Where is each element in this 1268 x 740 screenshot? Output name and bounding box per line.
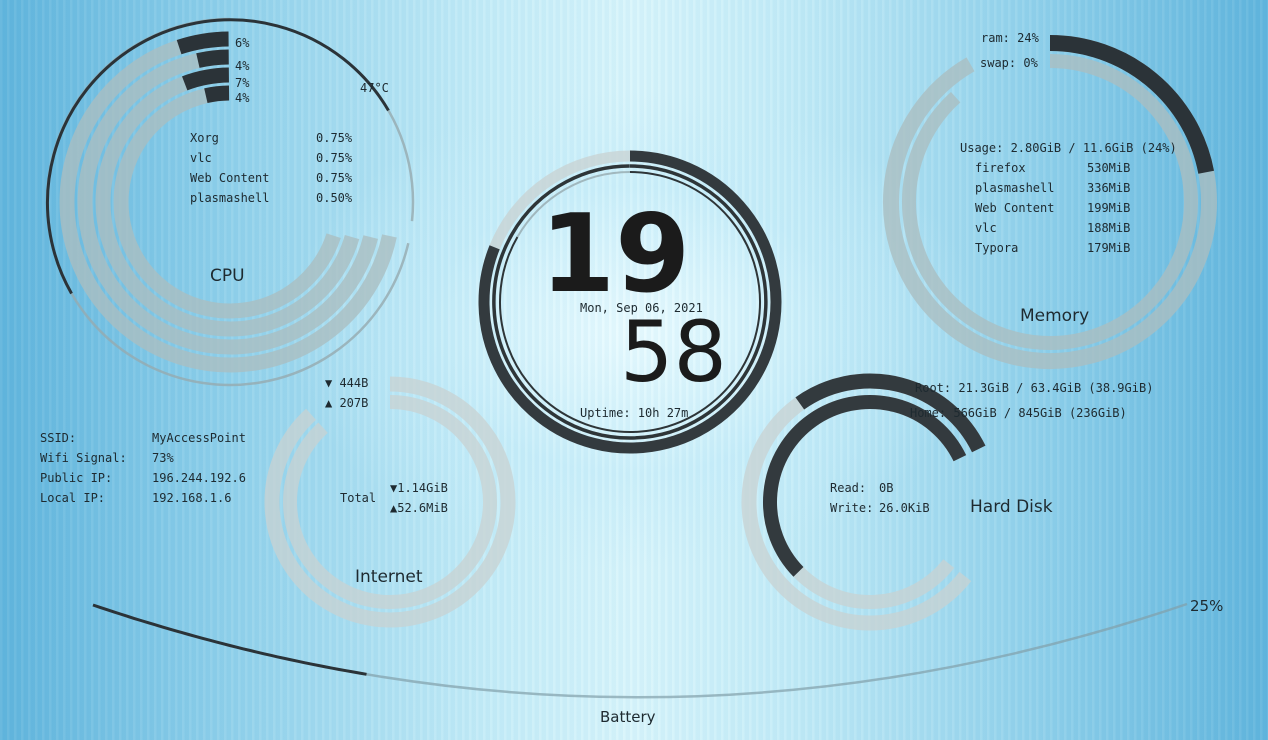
memory-process-value: 530MiB xyxy=(1087,161,1131,175)
public-ip-label: Public IP: xyxy=(40,471,113,485)
memory-process-value: 199MiB xyxy=(1087,201,1131,215)
memory-process-value: 336MiB xyxy=(1087,181,1131,195)
disk-home-usage: Home: 566GiB / 845GiB (236GiB) xyxy=(910,406,1127,420)
memory-process-name: plasmashell xyxy=(975,181,1055,195)
memory-process-name: Web Content xyxy=(975,201,1055,215)
disk-root-usage: Root: 21.3GiB / 63.4GiB (38.9GiB) xyxy=(915,381,1154,395)
disk-title: Hard Disk xyxy=(970,497,1053,517)
cpu-core-fill xyxy=(182,67,230,91)
battery-fill xyxy=(92,603,367,676)
total-label: Total xyxy=(340,491,377,505)
cpu-temp-light xyxy=(387,109,415,222)
battery-title: Battery xyxy=(600,708,656,726)
cpu-process-name: plasmashell xyxy=(190,191,270,205)
cpu-process-value: 0.75% xyxy=(316,131,353,145)
total-upload: ▲52.6MiB xyxy=(390,501,448,515)
cpu-process-value: 0.50% xyxy=(316,191,353,205)
wifi-signal-label: Wifi Signal: xyxy=(40,451,127,465)
cpu-title: CPU xyxy=(210,266,245,286)
cpu-process-name: Web Content xyxy=(190,171,270,185)
cpu-temperature: 47°C xyxy=(360,81,389,95)
cpu-core-fill xyxy=(176,31,229,55)
local-ip-value: 192.168.1.6 xyxy=(152,491,232,505)
wifi-signal-value: 73% xyxy=(152,451,174,465)
cpu-core-2-percent: 4% xyxy=(235,59,250,73)
disk-write-label: Write: xyxy=(830,501,874,515)
total-download: ▼1.14GiB xyxy=(390,481,448,495)
local-ip-label: Local IP: xyxy=(40,491,106,505)
battery-percent: 25% xyxy=(1190,597,1224,615)
ram-percent: ram: 24% xyxy=(981,31,1039,45)
disk-read-label: Read: xyxy=(830,481,867,495)
memory-process-name: firefox xyxy=(975,161,1026,175)
clock-minute: 58 xyxy=(620,303,727,401)
public-ip-value: 196.244.192.6 xyxy=(152,471,246,485)
cpu-process-value: 0.75% xyxy=(316,171,353,185)
download-rate: ▼ 444B xyxy=(325,376,369,390)
battery-track xyxy=(92,602,1188,699)
memory-process-value: 188MiB xyxy=(1087,221,1131,235)
memory-process-value: 179MiB xyxy=(1087,241,1131,255)
cpu-core-fill xyxy=(204,85,230,104)
clock-hour: 19 xyxy=(540,192,691,317)
cpu-core-1-percent: 6% xyxy=(235,36,250,50)
ssid-value: MyAccessPoint xyxy=(152,431,246,445)
battery-arc xyxy=(92,602,1188,699)
disk-read-value: 0B xyxy=(879,481,894,495)
cpu-process-value: 0.75% xyxy=(316,151,353,165)
upload-rate: ▲ 207B xyxy=(325,396,369,410)
memory-process-name: vlc xyxy=(975,221,997,235)
ssid-label: SSID: xyxy=(40,431,77,445)
cpu-core-fill xyxy=(196,49,229,68)
internet-title: Internet xyxy=(355,567,423,587)
clock-uptime: Uptime: 10h 27m xyxy=(580,406,689,420)
cpu-core-3-percent: 7% xyxy=(235,76,250,90)
cpu-core-4-percent: 4% xyxy=(235,91,250,105)
memory-process-name: Typora xyxy=(975,241,1019,255)
memory-title: Memory xyxy=(1020,306,1090,326)
memory-usage: Usage: 2.80GiB / 11.6GiB (24%) xyxy=(960,141,1177,155)
cpu-process-name: vlc xyxy=(190,151,212,165)
cpu-process-name: Xorg xyxy=(190,131,219,145)
swap-percent: swap: 0% xyxy=(980,56,1038,70)
disk-write-value: 26.0KiB xyxy=(879,501,930,515)
